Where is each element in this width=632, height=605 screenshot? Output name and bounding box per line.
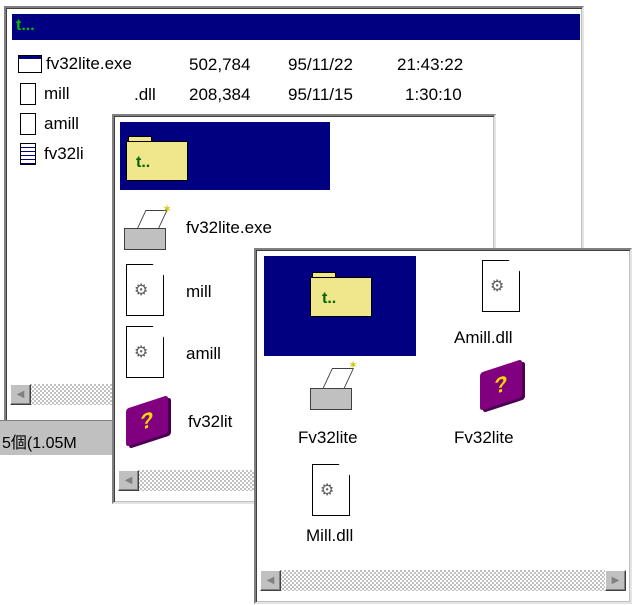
printer-icon: ✶ [122,202,172,250]
document-icon [20,113,36,135]
parent-folder-item[interactable]: t.. [120,122,330,190]
scroll-right-button[interactable]: ▶ [605,570,626,591]
item-label: Mill.dll [306,526,354,545]
exe-window-icon [18,55,42,73]
item-label: Fv32lite [454,428,514,447]
status-text: 5個(1.05M [2,435,77,452]
gear-document-icon: ⚙ [126,326,166,378]
file-date: 95/11/15 [288,85,353,104]
icon-item[interactable]: ⚙ Mill.dll [298,464,408,560]
gear-document-icon: ⚙ [126,264,166,316]
file-ext: .dll [134,85,156,104]
file-row[interactable]: mill [20,82,70,106]
file-name: amill [44,114,79,133]
scroll-left-button[interactable]: ◀ [10,384,31,405]
parent-folder-row[interactable]: t... [12,14,580,40]
parent-folder-label: t.. [322,290,337,307]
file-name: fv32li [44,144,84,163]
icon-view-panel: t.. ⚙ Amill.dll ✶ Fv32lite ? Fv32lite ⚙ … [254,248,632,604]
file-row[interactable]: amill [20,112,79,136]
status-bar: 5個(1.05M [0,420,115,455]
document-icon [20,83,36,105]
file-row[interactable]: fv32lite .exe [18,52,132,76]
item-label: fv32lite.exe [186,218,272,237]
parent-folder-label: t... [16,17,35,34]
file-time: 1:30:10 [405,85,462,104]
notepad-icon [20,143,36,165]
file-name: mill [44,84,70,103]
scroll-left-button[interactable]: ◀ [260,570,281,591]
file-date: 95/11/22 [288,55,353,74]
icon-item[interactable]: ⚙ Amill.dll [446,260,556,356]
file-name: fv32lite [46,54,100,73]
file-ext: .exe [99,54,133,73]
item-label: mill [186,282,212,301]
parent-folder-item[interactable]: t.. [264,256,416,356]
file-time: 21:43:22 [397,55,464,74]
printer-icon: ✶ [306,358,358,410]
help-book-icon: ? [476,358,528,411]
icon-item[interactable]: ✶ Fv32lite [298,358,408,454]
gear-document-icon: ⚙ [312,464,352,518]
horizontal-scrollbar[interactable]: ◀ ▶ [260,570,626,591]
item-label: Amill.dll [454,328,513,347]
scroll-left-button[interactable]: ◀ [118,470,139,491]
file-size: 502,784 [189,55,251,74]
item-label: fv32lit [188,412,233,431]
item-label: amill [186,344,221,363]
icon-item[interactable]: ? Fv32lite [446,358,556,454]
list-item[interactable]: ✶ fv32lite.exe [122,202,322,252]
parent-folder-label: t.. [136,154,151,171]
gear-document-icon: ⚙ [482,260,522,314]
item-label: Fv32lite [298,428,358,447]
folder-icon [310,272,372,318]
file-row[interactable]: fv32li [20,142,84,166]
file-size: 208,384 [189,85,251,104]
help-book-icon: ? [122,395,174,448]
